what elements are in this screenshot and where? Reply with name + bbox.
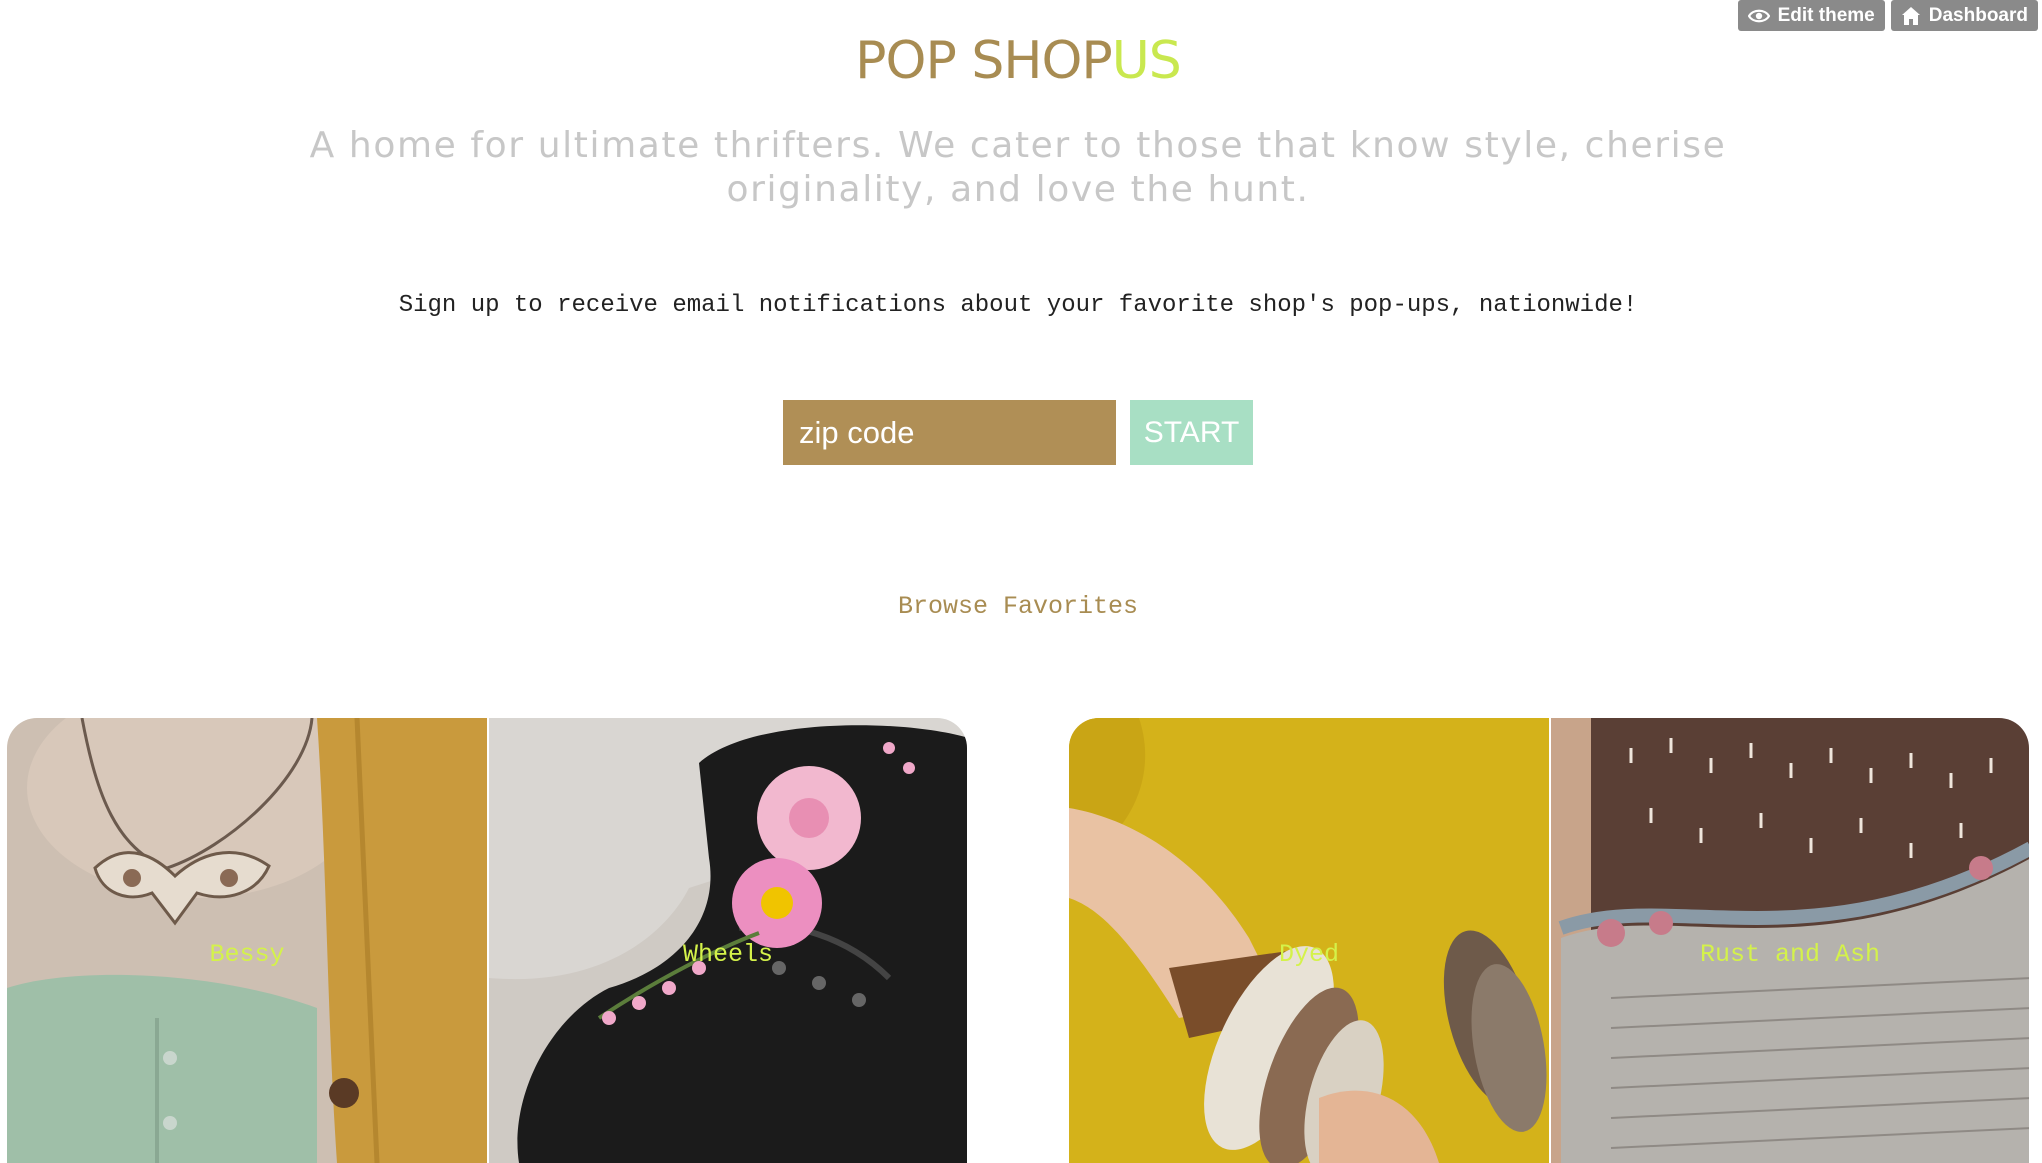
browse-favorites-heading: Browse Favorites bbox=[897, 592, 1139, 621]
logo-main-text: POP SHOP bbox=[855, 31, 1113, 91]
favorites-gallery: Bessy Wheels Dyed Rust and Ash bbox=[7, 718, 2036, 1163]
favorite-label: Rust and Ash bbox=[1699, 940, 1881, 969]
favorite-tile-rust-and-ash[interactable]: Rust and Ash bbox=[1549, 718, 2029, 1163]
favorite-label: Dyed bbox=[1278, 940, 1339, 969]
site-tagline: A home for ultimate thrifters. We cater … bbox=[309, 125, 1727, 210]
favorite-label: Wheels bbox=[682, 940, 773, 969]
start-button[interactable]: START bbox=[1130, 400, 1253, 465]
favorite-tile-wheels[interactable]: Wheels bbox=[487, 718, 967, 1163]
signup-description: Sign up to receive email notifications a… bbox=[398, 292, 1638, 319]
admin-bar: Edit theme Dashboard bbox=[1737, 0, 2038, 31]
favorite-label: Bessy bbox=[209, 940, 285, 969]
edit-theme-label: Edit theme bbox=[1777, 4, 1875, 26]
eye-icon bbox=[1747, 8, 1770, 24]
favorite-tile-bessy[interactable]: Bessy bbox=[7, 718, 487, 1163]
logo-accent-text: US bbox=[1111, 31, 1182, 91]
favorites-group-left: Bessy Wheels bbox=[7, 718, 967, 1163]
home-icon bbox=[1901, 6, 1921, 26]
edit-theme-button[interactable]: Edit theme bbox=[1737, 0, 1885, 31]
favorites-group-right: Dyed Rust and Ash bbox=[1069, 718, 2029, 1163]
dashboard-button[interactable]: Dashboard bbox=[1890, 0, 2038, 31]
dashboard-label: Dashboard bbox=[1928, 4, 2028, 26]
site-logo[interactable]: POP SHOPUS bbox=[0, 28, 2036, 94]
zip-code-input[interactable] bbox=[783, 400, 1116, 465]
favorite-tile-dyed[interactable]: Dyed bbox=[1069, 718, 1549, 1163]
